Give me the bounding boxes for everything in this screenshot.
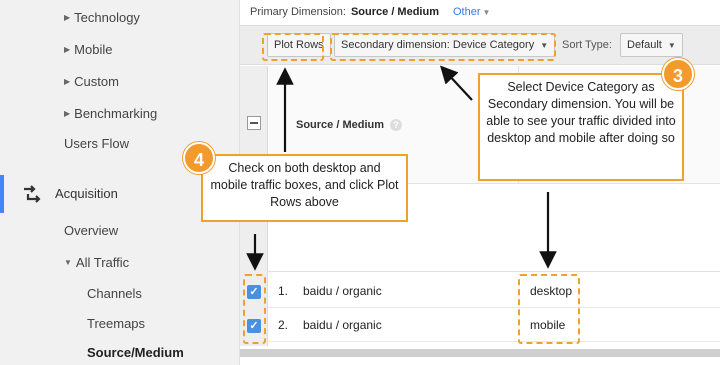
row-source-medium[interactable]: baidu / organic [303,318,382,332]
step-3-text: Select Device Category as Secondary dime… [486,80,676,145]
primary-dimension-label: Primary Dimension: [250,6,346,18]
column-header-label: Source / Medium [296,119,385,131]
row-source-medium[interactable]: baidu / organic [303,284,382,298]
chevron-down-icon: ▼ [482,8,491,17]
step-3-callout: Select Device Category as Secondary dime… [478,73,684,181]
row-number: 1. [278,284,289,298]
device-values-highlight [518,274,580,344]
plot-rows-highlight [262,33,324,61]
sidebar-item-custom[interactable]: ▶ Custom [64,74,119,89]
other-dimension-link[interactable]: Other [453,6,481,18]
sidebar-item-label: Mobile [74,42,113,57]
sort-type-dropdown[interactable]: Default ▼ [620,33,683,57]
checkboxes-highlight [243,274,266,344]
primary-dimension-row: Primary Dimension: Source / Medium Other ▼ [250,6,490,18]
collapse-triangle-icon: ▼ [64,258,72,267]
expand-triangle-icon: ▶ [64,109,71,118]
expand-triangle-icon: ▶ [64,45,71,54]
primary-dimension-value[interactable]: Source / Medium [351,6,439,18]
secondary-dimension-highlight [330,33,556,61]
sidebar-item-acquisition[interactable]: Acquisition [55,186,118,201]
sidebar-item-label: Custom [74,74,119,89]
expand-triangle-icon: ▶ [64,13,71,22]
sidebar-item-label: Technology [74,10,140,25]
table-row[interactable]: 1. baidu / organic desktop [268,274,720,308]
acquisition-icon [24,185,41,203]
sidebar-item-mobile[interactable]: ▶ Mobile [64,42,112,57]
step-4-badge: 4 [183,142,215,174]
sidebar-item-technology[interactable]: ▶ Technology [64,10,140,25]
row-number: 2. [278,318,289,332]
sidebar-item-overview[interactable]: Overview [64,223,118,238]
sidebar-item-users-flow[interactable]: Users Flow [64,136,129,151]
step-3-badge: 3 [662,58,694,90]
column-header-source-medium[interactable]: Source / Medium? [296,119,403,131]
active-section-indicator [0,175,4,213]
sidebar-item-benchmarking[interactable]: ▶ Benchmarking [64,106,157,121]
expand-triangle-icon: ▶ [64,77,71,86]
sort-type-value: Default [627,39,662,51]
sidebar-item-label: Benchmarking [74,106,158,121]
sidebar-item-all-traffic[interactable]: ▼ All Traffic [64,255,129,270]
sidebar-item-source-medium[interactable]: Source/Medium [87,345,184,360]
sidebar-item-channels[interactable]: Channels [87,286,142,301]
help-icon[interactable]: ? [390,119,403,131]
step-4-callout: Check on both desktop and mobile traffic… [201,154,408,222]
sidebar-item-label: All Traffic [75,255,130,270]
sidebar-item-treemaps[interactable]: Treemaps [87,316,145,331]
select-all-checkbox[interactable] [247,116,261,130]
chevron-down-icon: ▼ [667,41,676,50]
horizontal-scrollbar[interactable] [240,349,720,357]
sort-type-label: Sort Type: [562,39,612,51]
step-4-text: Check on both desktop and mobile traffic… [210,161,399,209]
table-row[interactable]: 2. baidu / organic mobile [268,308,720,342]
analytics-screen: ▶ Technology ▶ Mobile ▶ Custom ▶ Benchmarkin… [0,0,720,365]
